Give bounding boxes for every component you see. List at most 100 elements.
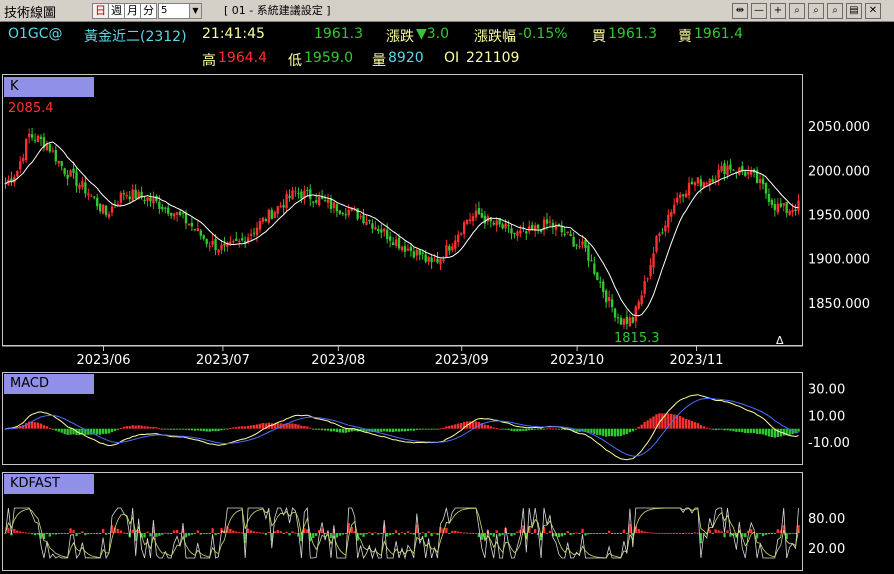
macd-bar (619, 428, 623, 437)
candle-body (359, 216, 362, 218)
macd-bar (501, 428, 504, 430)
kd-bar (19, 531, 22, 533)
kd-bar (575, 532, 578, 534)
candle-body (770, 199, 774, 205)
kd-bar (613, 533, 617, 534)
candle-body (338, 210, 342, 214)
macd-bar (723, 428, 726, 431)
kd-bar (427, 531, 430, 533)
macd-bar (678, 416, 682, 429)
kd-bar (107, 533, 111, 534)
macd-bar (649, 418, 652, 429)
kd-bar (25, 532, 28, 534)
candle-body (383, 228, 386, 232)
macd-bar (149, 426, 152, 429)
kd-bar (604, 533, 608, 534)
macd-bar (235, 426, 238, 429)
kd-bar (48, 533, 52, 537)
candle-body (587, 245, 590, 261)
candle-body (300, 191, 303, 199)
candle-body (33, 139, 37, 141)
macd-bar (229, 428, 232, 430)
candle-body (220, 245, 223, 250)
candle-body (723, 163, 726, 174)
kd-bar (87, 533, 90, 535)
candle-body (590, 260, 593, 262)
kd-bar (596, 533, 599, 534)
macd-bar (498, 428, 501, 430)
macd-bar (738, 428, 741, 432)
kd-bar (492, 533, 495, 537)
candles (4, 128, 800, 330)
macd-bar (412, 428, 416, 431)
macd-bar (489, 426, 492, 429)
candle-body (643, 281, 646, 294)
price-y-tick-label: 1950.000 (808, 209, 870, 224)
macd-bar (181, 428, 185, 430)
kd-bar (640, 530, 643, 533)
candle-body (548, 221, 552, 223)
macd-bar (528, 428, 531, 431)
min-price-label: 1815.3 (614, 331, 660, 346)
macd-bar (377, 428, 380, 432)
kd-bar (338, 533, 342, 536)
kd-bar (454, 530, 457, 533)
macd-bar (457, 423, 460, 429)
kd-bar (193, 533, 197, 534)
macd-bar (78, 428, 81, 436)
candle-body (480, 213, 484, 218)
macd-bar (125, 426, 128, 429)
candle-body (448, 246, 451, 251)
macd-bar (430, 428, 433, 430)
macd-bar (48, 427, 52, 429)
kd-bar (178, 533, 182, 534)
kd-bar (208, 533, 211, 534)
macd-bar (388, 428, 392, 432)
kd-bar (649, 532, 652, 534)
candle-body (152, 198, 155, 204)
macd-bar (699, 425, 703, 429)
kd-bar (282, 533, 285, 534)
kd-bar (371, 533, 374, 536)
candle-body (190, 222, 194, 227)
kd-bar (430, 533, 433, 537)
candle-body (415, 249, 418, 256)
candle-body (403, 245, 407, 252)
candle-body (693, 182, 697, 186)
macd-bar (211, 428, 214, 432)
candle-body (525, 231, 528, 234)
candle-body (400, 246, 404, 251)
candle-body (640, 295, 643, 305)
kd-bar (81, 531, 84, 533)
macd-bar (119, 427, 123, 429)
candle-body (294, 191, 297, 193)
kd-bar (445, 527, 448, 533)
kd-bar (374, 532, 377, 534)
macd-bar (172, 428, 176, 430)
kd-bar (205, 533, 208, 534)
kd-bar (655, 532, 658, 534)
macd-bar (776, 428, 779, 438)
kd-bar (294, 532, 297, 534)
candle-body (93, 196, 96, 198)
macd-bar (539, 428, 543, 430)
kd-bar (101, 528, 105, 533)
macd-bar (54, 428, 57, 431)
candle-body (726, 165, 729, 175)
chart-canvas[interactable]: 2050.000 2000.000 1950.000 1900.000 1850.000… (0, 0, 894, 574)
kd-bar (433, 532, 436, 534)
kd-bar (33, 533, 37, 536)
candle-body (433, 260, 436, 262)
candle-body (468, 219, 472, 221)
kd-bar (468, 532, 472, 534)
macd-bar (542, 428, 546, 430)
macd-bar (749, 428, 753, 433)
macd-bar (510, 428, 513, 431)
kd-bar (557, 533, 561, 538)
kd-bar (235, 531, 238, 533)
macd-bar (315, 428, 318, 430)
candle-body (30, 134, 34, 138)
kd-bar (119, 530, 123, 533)
macd-bar (220, 428, 223, 431)
macd-bar (732, 428, 735, 432)
